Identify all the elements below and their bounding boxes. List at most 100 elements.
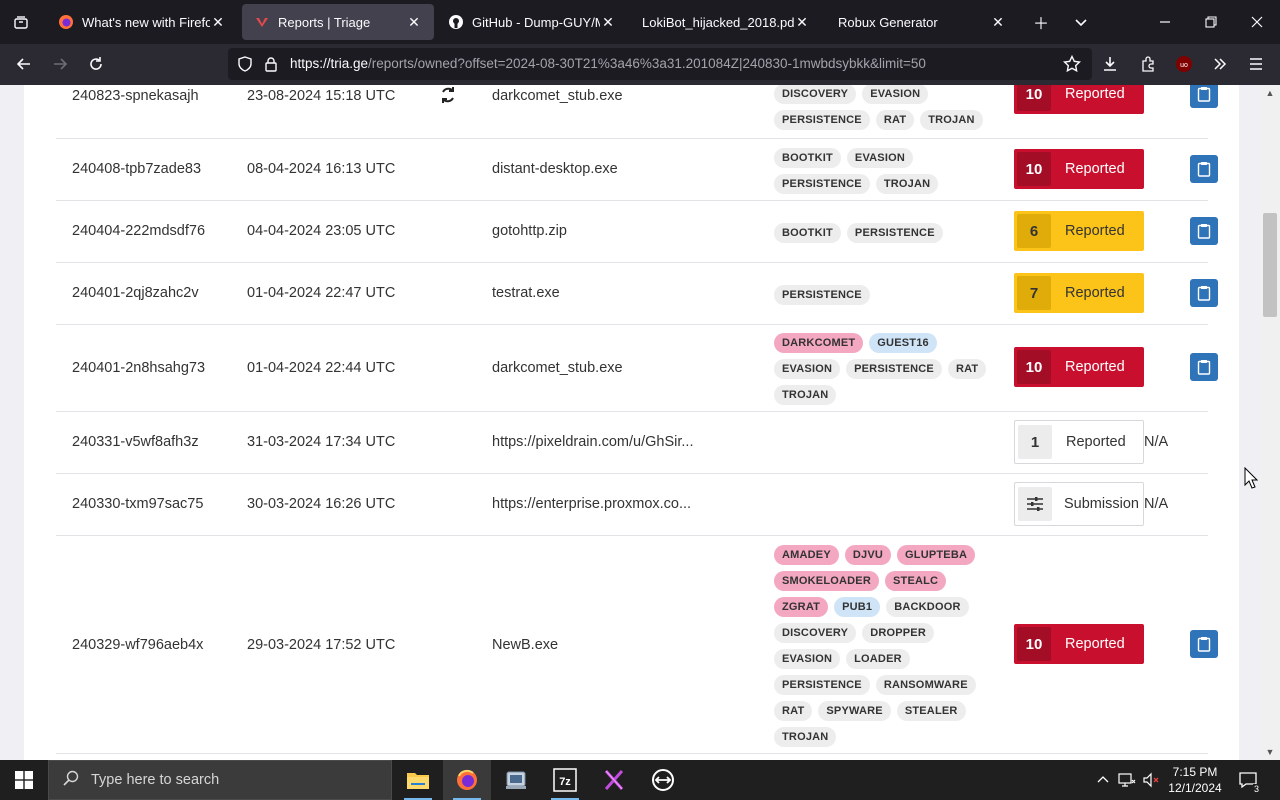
report-target[interactable]: NewB.exe (492, 637, 558, 653)
tag[interactable]: BACKDOOR (886, 597, 969, 617)
tag-family[interactable]: AMADEY (774, 545, 839, 565)
close-tab-icon[interactable]: ✕ (406, 14, 422, 31)
list-all-tabs-icon[interactable] (0, 0, 42, 44)
report-id[interactable]: 240330-txm97sac75 (72, 496, 203, 512)
clipboard-icon[interactable] (1190, 217, 1218, 245)
clipboard-icon[interactable] (1190, 155, 1218, 183)
tag-botnet[interactable]: PUB1 (834, 597, 881, 617)
close-tab-icon[interactable]: ✕ (210, 14, 226, 31)
tag[interactable]: PERSISTENCE (774, 110, 870, 130)
clipboard-icon[interactable] (1190, 85, 1218, 108)
tag[interactable]: EVASION (846, 148, 914, 168)
app-x-icon[interactable] (590, 760, 638, 800)
page-scrollbar[interactable]: ▲ ▼ (1260, 85, 1280, 760)
tag[interactable]: TROJAN (774, 385, 837, 405)
tag[interactable]: BOOTKIT (774, 148, 841, 168)
scrollbar-thumb[interactable] (1263, 213, 1277, 317)
tag-family[interactable]: GLUPTEBA (897, 545, 976, 565)
tag[interactable]: SPYWARE (818, 701, 891, 721)
tag[interactable]: EVASION (774, 649, 841, 669)
tag[interactable]: DISCOVERY (774, 85, 857, 104)
tag-family[interactable]: ZGRAT (774, 597, 829, 617)
bookmark-star-icon[interactable] (1056, 48, 1088, 80)
close-tab-icon[interactable]: ✕ (600, 14, 616, 31)
tag[interactable]: LOADER (846, 649, 910, 669)
score-badge[interactable]: 7 Reported (1014, 273, 1144, 313)
report-target[interactable]: https://pixeldrain.com/u/GhSir... (492, 434, 693, 450)
tab-lokibot-pdf[interactable]: LokiBot_hijacked_2018.pdf ✕ (630, 4, 822, 40)
report-id[interactable]: 240408-tpb7zade83 (72, 161, 201, 177)
tab-whats-new[interactable]: What's new with Firefox ✕ (46, 4, 238, 40)
tag[interactable]: PERSISTENCE (846, 223, 943, 243)
report-id[interactable]: 240401-2qj8zahc2v (72, 285, 199, 301)
tag[interactable]: TROJAN (774, 727, 837, 747)
virtualbox-icon[interactable] (492, 760, 540, 800)
teamviewer-icon[interactable] (639, 760, 687, 800)
table-row[interactable]: 240823-spnekasajh 23-08-2024 15:18 UTC d… (56, 85, 1218, 139)
minimize-icon[interactable] (1142, 0, 1188, 44)
tab-reports-triage[interactable]: Reports | Triage ✕ (242, 4, 434, 40)
address-bar[interactable]: https://tria.ge/reports/owned?offset=202… (228, 48, 1092, 80)
tag[interactable]: STEALER (896, 701, 966, 721)
tag[interactable]: RANSOMWARE (875, 675, 976, 695)
report-id[interactable]: 240401-2n8hsahg73 (72, 360, 205, 376)
score-badge[interactable]: 10 Reported (1014, 624, 1144, 664)
report-target[interactable]: darkcomet_stub.exe (492, 360, 623, 376)
scroll-down-icon[interactable]: ▼ (1260, 744, 1280, 760)
taskbar-search-box[interactable]: Type here to search (48, 760, 392, 800)
tag[interactable]: DISCOVERY (774, 623, 857, 643)
close-tab-icon[interactable]: ✕ (990, 14, 1006, 31)
score-badge[interactable]: 10 Reported (1014, 85, 1144, 114)
score-badge[interactable]: 10 Reported (1014, 149, 1144, 189)
clipboard-icon[interactable] (1190, 353, 1218, 381)
table-row[interactable]: 240401-2qj8zahc2v 01-04-2024 22:47 UTC t… (56, 263, 1218, 325)
report-target[interactable]: gotohttp.zip (492, 223, 567, 239)
table-row[interactable]: 240404-222mdsdf76 04-04-2024 23:05 UTC g… (56, 201, 1218, 263)
tag[interactable]: BOOTKIT (774, 223, 841, 243)
tag-family[interactable]: DJVU (844, 545, 892, 565)
more-tools-chevron-icon[interactable] (1204, 48, 1236, 80)
lock-icon[interactable] (262, 55, 280, 73)
table-row[interactable]: 240401-2n8hsahg73 01-04-2024 22:44 UTC d… (56, 325, 1218, 412)
tag[interactable]: EVASION (774, 359, 841, 379)
show-hidden-icons-chevron-up-icon[interactable] (1094, 760, 1112, 800)
report-id[interactable]: 240823-spnekasajh (72, 88, 199, 104)
report-id[interactable]: 240404-222mdsdf76 (72, 223, 205, 239)
scroll-up-icon[interactable]: ▲ (1260, 85, 1280, 101)
ublock-origin-icon[interactable]: uo (1168, 48, 1200, 80)
report-target[interactable]: darkcomet_stub.exe (492, 88, 623, 104)
hamburger-menu-icon[interactable] (1240, 48, 1272, 80)
tag[interactable]: PERSISTENCE (774, 675, 870, 695)
tag[interactable]: RAT (875, 110, 915, 130)
tag[interactable]: RAT (947, 359, 987, 379)
windows-start-icon[interactable] (0, 760, 48, 800)
table-row[interactable]: 240408-tpb7zade83 08-04-2024 16:13 UTC d… (56, 139, 1218, 201)
report-target[interactable]: https://enterprise.proxmox.co... (492, 496, 691, 512)
forward-icon[interactable] (44, 48, 76, 80)
score-badge[interactable]: Submission (1014, 482, 1144, 526)
reload-icon[interactable] (80, 48, 112, 80)
tab-github[interactable]: GitHub - Dump-GUY/Mal ✕ (436, 4, 628, 40)
restore-icon[interactable] (1188, 0, 1234, 44)
tag-family[interactable]: DARKCOMET (774, 333, 864, 353)
tag-botnet[interactable]: GUEST16 (869, 333, 937, 353)
close-tab-icon[interactable]: ✕ (794, 14, 810, 31)
score-badge[interactable]: 10 Reported (1014, 347, 1144, 387)
notification-center-icon[interactable]: 3 (1234, 760, 1262, 800)
report-target[interactable]: distant-desktop.exe (492, 161, 618, 177)
tag[interactable]: TROJAN (875, 174, 939, 194)
network-icon[interactable] (1116, 760, 1138, 800)
clipboard-icon[interactable] (1190, 279, 1218, 307)
tag[interactable]: RAT (774, 701, 813, 721)
score-badge[interactable]: 6 Reported (1014, 211, 1144, 251)
url-text[interactable]: https://tria.ge/reports/owned?offset=202… (290, 56, 926, 71)
tag[interactable]: DROPPER (862, 623, 934, 643)
score-badge[interactable]: 1 Reported (1014, 420, 1144, 464)
back-icon[interactable] (8, 48, 40, 80)
tracking-protection-shield-icon[interactable] (236, 55, 254, 73)
rerun-icon[interactable] (438, 85, 458, 110)
downloads-icon[interactable] (1094, 48, 1126, 80)
close-window-icon[interactable] (1234, 0, 1280, 44)
volume-muted-icon[interactable] (1140, 760, 1162, 800)
7zip-icon[interactable]: 7z (541, 760, 589, 800)
